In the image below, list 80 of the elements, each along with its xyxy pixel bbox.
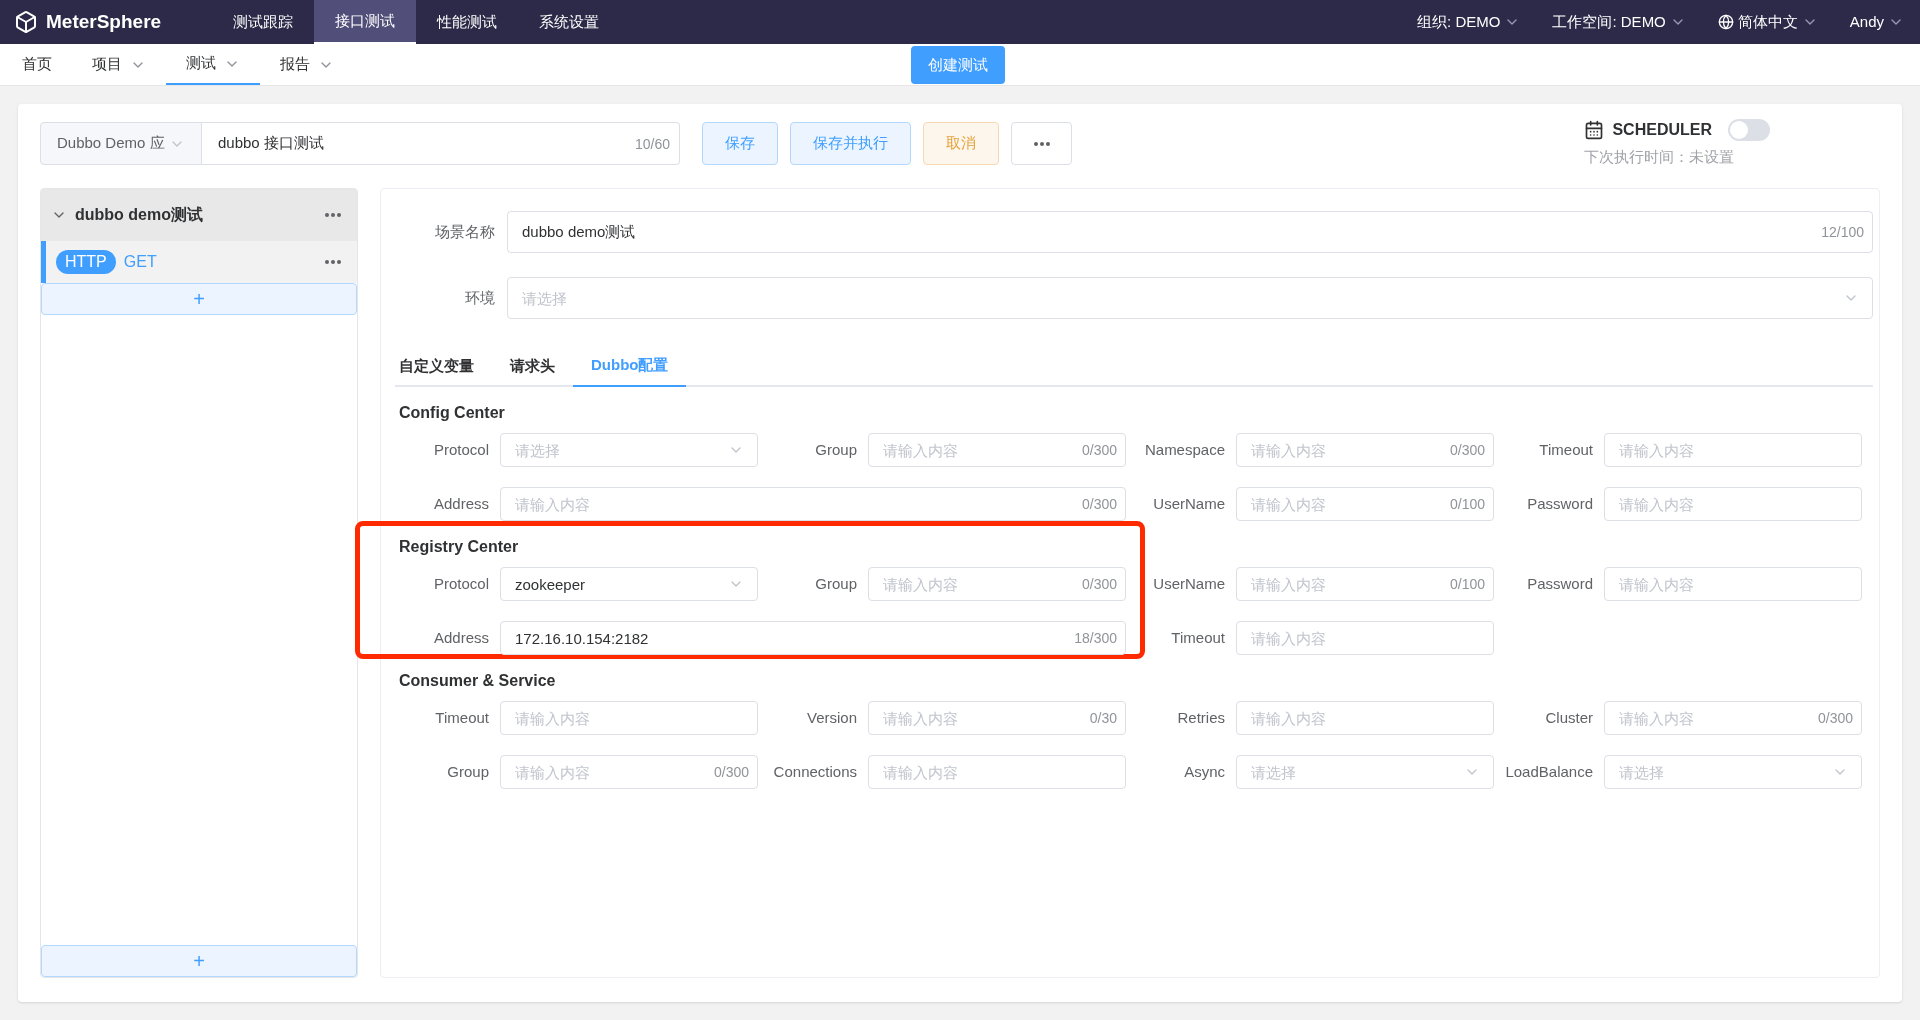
text-field[interactable]: 请输入内容 [1236,621,1494,655]
app-logo: MeterSphere [46,9,162,34]
field-label: Password [1526,493,1594,514]
field-label: Namespace [1143,439,1226,460]
field-label: Address [432,493,490,514]
field-label: 场景名称 [434,221,495,242]
field-label: UserName [1152,573,1226,594]
top-nav-tab[interactable]: 接口测试 [314,0,416,44]
text-field[interactable]: 请输入内容 [868,755,1126,789]
field-label: Timeout [1170,627,1226,648]
ellipsis-icon [1033,141,1050,146]
character-counter: 0/300 [713,762,749,782]
top-nav-tab[interactable]: 性能测试 [416,0,518,44]
cube-logo-icon [14,10,38,34]
text-field[interactable]: 请输入内容 [1604,487,1862,521]
header-menu[interactable]: 工作空间: DEMO [1536,10,1702,34]
field-label: LoadBalance [1504,761,1594,782]
character-counter: 0/300 [1817,708,1853,728]
character-counter: 10/60 [634,134,670,153]
character-counter: 0/100 [1449,494,1485,514]
ellipsis-icon [325,213,341,217]
text-field[interactable]: 请输入内容 [1236,701,1494,735]
field-label: 环境 [464,287,495,308]
field-label: Protocol [432,573,490,594]
field-label: Group [446,761,490,782]
text-field[interactable]: 请输入内容 [500,701,758,735]
select-field[interactable]: 请选择 [1236,755,1494,789]
field-label: Address [432,627,490,648]
header-menu[interactable]: 组织: DEMO [1401,10,1537,34]
scenario-header[interactable]: dubbo demo测试 [41,189,357,241]
sub-nav-tab[interactable]: 项目 [72,44,166,85]
ellipsis-icon [325,260,341,264]
calendar-icon [1584,120,1605,140]
sub-nav-tab[interactable]: 测试 [166,44,260,85]
select-field[interactable]: 请选择 [500,433,758,467]
character-counter: 0/300 [1081,574,1117,594]
project-select[interactable]: Dubbo Demo 应 [40,122,202,165]
field-label: Retries [1176,707,1226,728]
more-button[interactable] [1011,122,1072,165]
text-field[interactable]: 请输入内容 [1604,567,1862,601]
language-menu[interactable]: 简体中文 [1701,10,1834,34]
character-counter: 0/30 [1089,708,1117,728]
next-run-text: 下次执行时间：未设置 [1584,147,1735,167]
character-counter: 18/300 [1074,628,1117,648]
select-field[interactable]: 请选择 [1604,755,1862,789]
section-title: Config Center [398,403,506,423]
select-field[interactable]: zookeeper [500,567,758,601]
field-label: Password [1526,573,1594,594]
config-tab[interactable]: 自定义变量 [395,345,492,387]
field-label: Timeout [1538,439,1594,460]
sub-nav-tab[interactable]: 报告 [260,44,354,85]
section-title: Consumer & Service [398,671,557,691]
request-name: GET [123,252,158,272]
field-label: Connections [772,761,858,782]
field-label: Timeout [434,707,490,728]
character-counter: 0/100 [1449,574,1485,594]
top-nav-tab[interactable]: 测试跟踪 [212,0,314,44]
globe-icon [1717,14,1734,30]
scheduler-switch[interactable] [1728,119,1770,141]
field-label: Group [814,573,858,594]
scheduler-label: SCHEDULER [1612,120,1712,140]
field-label: Protocol [432,439,490,460]
character-counter: 0/300 [1449,440,1485,460]
text-field[interactable]: 请输入内容 [1604,433,1862,467]
field-label: Group [814,439,858,460]
field-label: Async [1183,761,1226,782]
scenario-name: dubbo demo测试 [75,205,204,225]
field-label: Version [805,707,858,728]
character-counter: 12/100 [1821,222,1864,242]
field-label: UserName [1152,493,1226,514]
top-nav-tab[interactable]: 系统设置 [518,0,620,44]
config-tab[interactable]: 请求头 [492,345,573,387]
field-label: Cluster [1544,707,1594,728]
character-counter: 0/300 [1081,494,1117,514]
protocol-badge: HTTP [56,250,116,274]
select-field[interactable]: 请选择 [507,277,1873,319]
section-title: Registry Center [398,537,520,557]
sub-nav-tab[interactable]: 首页 [2,44,72,85]
character-counter: 0/300 [1081,440,1117,460]
header-menu[interactable]: Andy [1833,10,1920,34]
